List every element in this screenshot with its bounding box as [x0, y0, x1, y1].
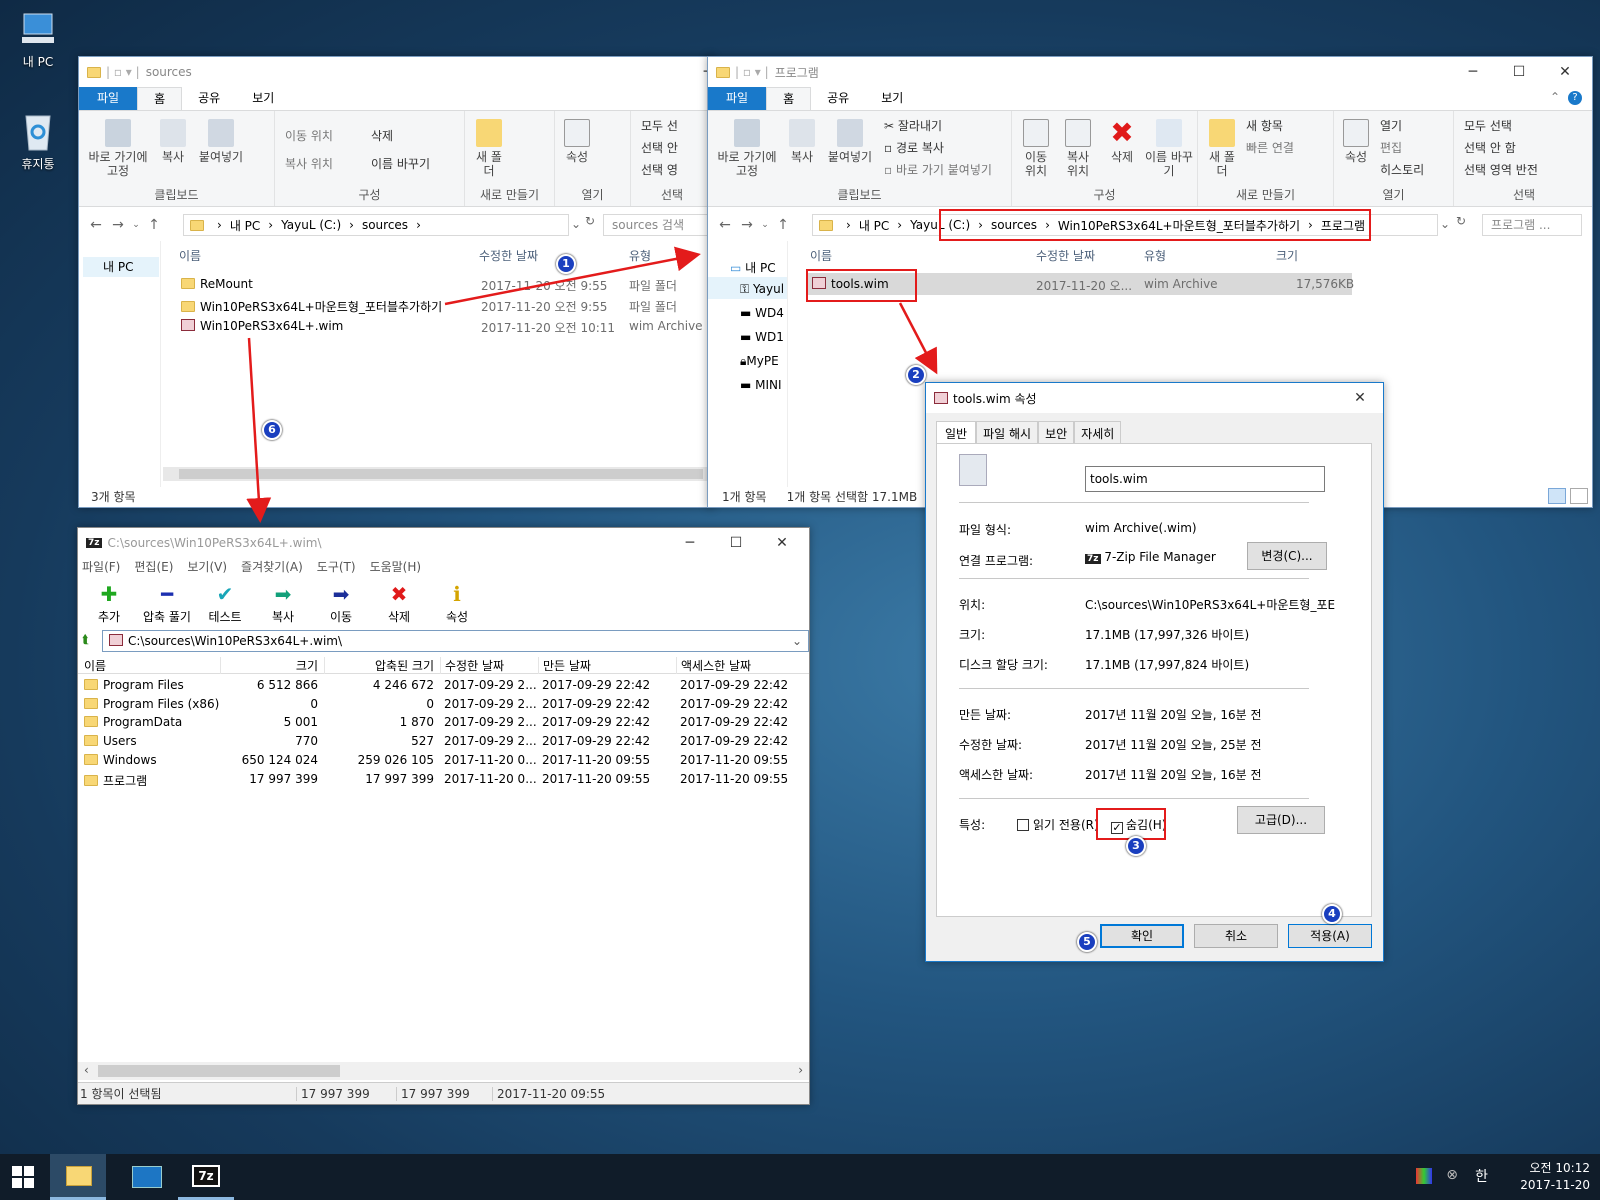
step-badge-5: 5	[1077, 932, 1097, 952]
taskbar-7zip[interactable]: 7z	[178, 1154, 234, 1200]
tray-color-icon[interactable]	[1416, 1168, 1432, 1184]
taskbar-explorer[interactable]	[50, 1154, 106, 1200]
step-badge-1: 1	[556, 254, 576, 274]
annotation-arrows	[246, 246, 938, 523]
ime-indicator[interactable]: 한	[1475, 1166, 1488, 1186]
clock-time: 오전 10:12	[1529, 1161, 1590, 1175]
taskbar-app[interactable]	[118, 1154, 174, 1200]
sevenzip-logo-icon: 7z	[192, 1165, 220, 1187]
step-badge-4: 4	[1322, 904, 1342, 924]
clock-date: 2017-11-20	[1520, 1178, 1590, 1192]
start-button[interactable]	[12, 1166, 34, 1188]
clock[interactable]: 오전 10:12 2017-11-20	[1520, 1160, 1590, 1194]
tray-close-circle-icon[interactable]: ⊗	[1446, 1167, 1458, 1183]
arrow-6	[246, 337, 272, 523]
folder-icon	[66, 1166, 92, 1186]
monitor-icon	[132, 1166, 162, 1188]
step-badge-6: 6	[262, 420, 282, 440]
step-badge-3: 3	[1126, 836, 1146, 856]
taskbar: 7z ⊗ 한 오전 10:12 2017-11-20	[0, 1154, 1600, 1200]
arrow-2	[898, 302, 938, 375]
step-badge-2: 2	[906, 365, 926, 385]
